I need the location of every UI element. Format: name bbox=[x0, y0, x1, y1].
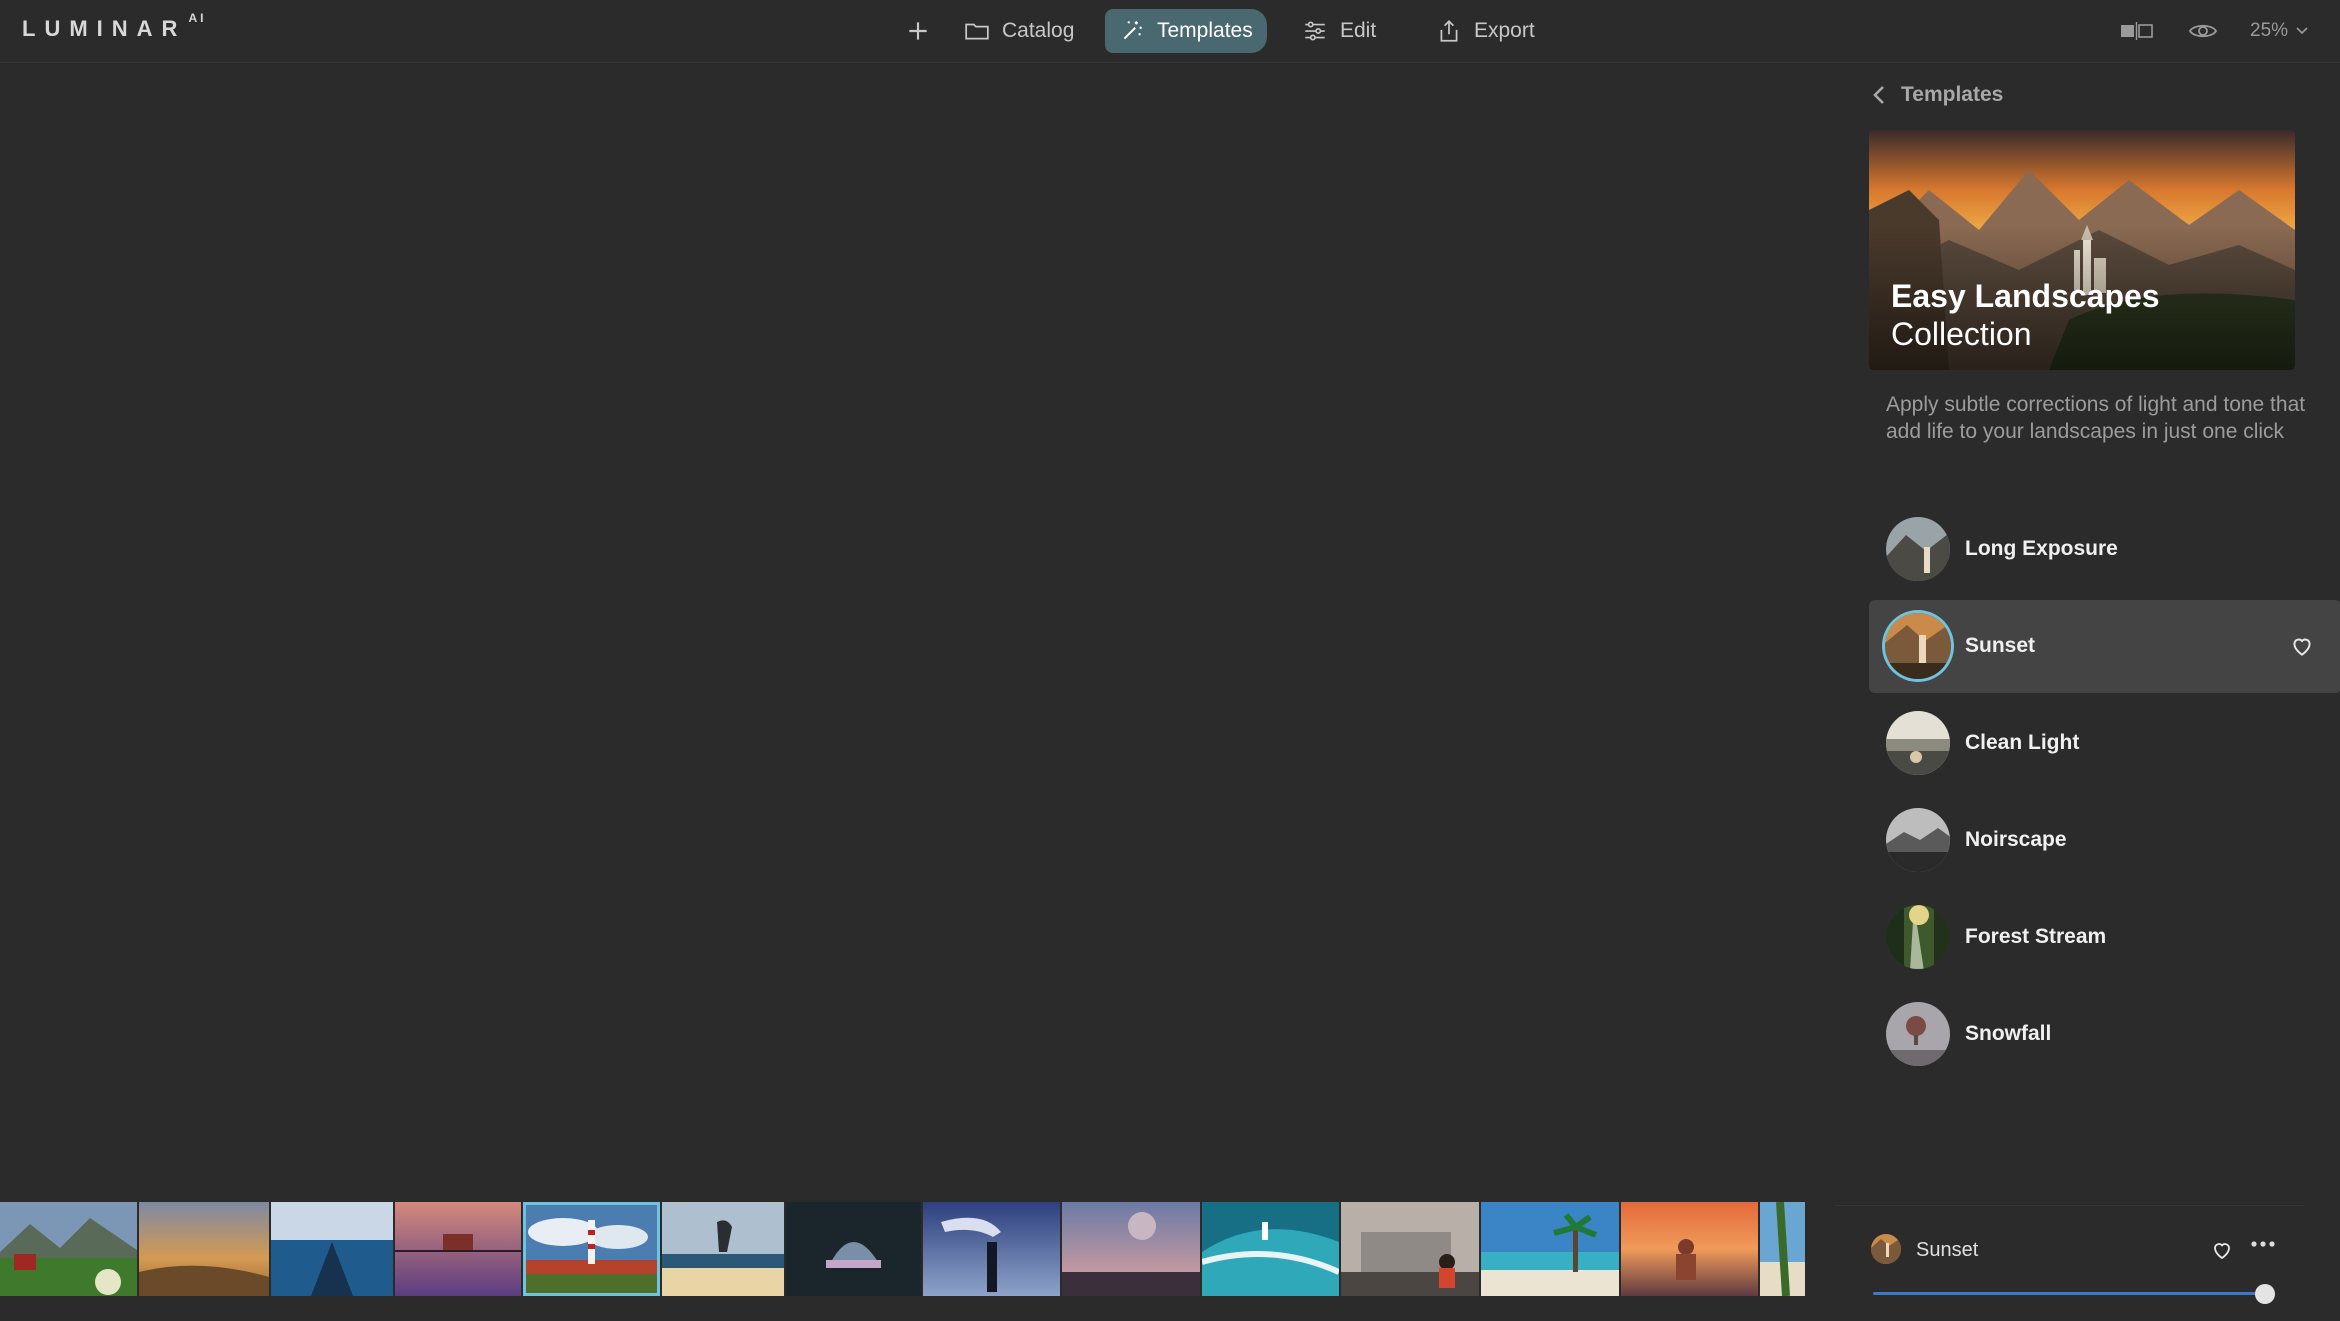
zoom-level: 25% bbox=[2250, 20, 2289, 41]
filmstrip-thumb[interactable] bbox=[1760, 1202, 1805, 1296]
preview-button[interactable] bbox=[2188, 15, 2218, 47]
filmstrip bbox=[0, 1202, 1805, 1296]
template-item-snowfall[interactable]: Snowfall bbox=[1869, 988, 2340, 1081]
filmstrip-thumb[interactable] bbox=[395, 1202, 521, 1296]
collection-title: Easy Landscapes bbox=[1891, 278, 2160, 314]
filmstrip-thumb[interactable] bbox=[1481, 1202, 1619, 1296]
template-name: Forest Stream bbox=[1965, 925, 2107, 948]
nav-templates[interactable]: Templates bbox=[1105, 9, 1267, 53]
logo-text: LUMINAR bbox=[22, 16, 187, 41]
templates-panel: Templates Easy Landscapes Collection App… bbox=[1835, 63, 2340, 1320]
filmstrip-thumb[interactable] bbox=[1062, 1202, 1200, 1296]
image-canvas[interactable] bbox=[0, 63, 1835, 1200]
template-item-forest-stream[interactable]: Forest Stream bbox=[1869, 891, 2340, 984]
nav-export[interactable]: Export bbox=[1424, 9, 1547, 53]
sliders-icon bbox=[1305, 21, 1325, 41]
applied-template-thumb bbox=[1871, 1234, 1901, 1264]
heart-icon[interactable] bbox=[2289, 633, 2315, 659]
add-photos-button[interactable] bbox=[895, 9, 941, 53]
filmstrip-thumb[interactable] bbox=[923, 1202, 1060, 1296]
template-thumb bbox=[1886, 517, 1950, 581]
compare-icon bbox=[2121, 22, 2153, 40]
filmstrip-thumb[interactable] bbox=[139, 1202, 269, 1296]
collection-subtitle: Collection bbox=[1891, 316, 2032, 352]
collection-description: Apply subtle corrections of light and to… bbox=[1886, 393, 2306, 443]
template-name: Sunset bbox=[1965, 634, 2036, 657]
chevron-left-icon bbox=[1873, 86, 1884, 104]
heart-icon[interactable] bbox=[2210, 1238, 2234, 1262]
template-item-sunset[interactable]: Sunset bbox=[1869, 600, 2340, 693]
template-name: Snowfall bbox=[1965, 1022, 2052, 1045]
template-amount-slider[interactable] bbox=[1873, 1284, 2275, 1304]
filmstrip-thumb-selected[interactable] bbox=[523, 1202, 660, 1296]
eye-icon bbox=[2188, 24, 2218, 38]
magic-wand-icon bbox=[1123, 21, 1142, 40]
template-name: Long Exposure bbox=[1965, 537, 2118, 560]
template-thumb bbox=[1885, 613, 1951, 679]
more-options-button[interactable] bbox=[2248, 1230, 2278, 1250]
slider-handle[interactable] bbox=[2255, 1284, 2275, 1304]
compare-button[interactable] bbox=[2120, 15, 2154, 47]
zoom-dropdown[interactable]: 25% bbox=[2250, 15, 2308, 47]
template-thumb bbox=[1886, 711, 1950, 775]
app-logo: LUMINAR AI bbox=[22, 11, 206, 42]
collection-banner: Easy Landscapes Collection bbox=[1869, 130, 2295, 370]
filmstrip-thumb[interactable] bbox=[0, 1202, 137, 1296]
more-icon bbox=[2251, 1241, 2275, 1247]
nav-catalog[interactable]: Catalog bbox=[952, 9, 1086, 53]
template-name: Clean Light bbox=[1965, 731, 2080, 754]
template-item-noirscape[interactable]: Noirscape bbox=[1869, 794, 2340, 887]
template-strength-bar: Sunset bbox=[1835, 1205, 2305, 1321]
nav-export-label: Export bbox=[1474, 19, 1535, 42]
filmstrip-thumb[interactable] bbox=[1202, 1202, 1339, 1296]
chevron-down-icon bbox=[2296, 27, 2308, 35]
filmstrip-thumb[interactable] bbox=[271, 1202, 393, 1296]
folder-icon bbox=[965, 23, 989, 40]
plus-icon bbox=[909, 22, 927, 40]
nav-catalog-label: Catalog bbox=[1002, 19, 1075, 42]
filmstrip-thumb[interactable] bbox=[786, 1202, 921, 1296]
filmstrip-thumb[interactable] bbox=[1341, 1202, 1479, 1296]
template-name: Noirscape bbox=[1965, 828, 2067, 851]
nav-edit-label: Edit bbox=[1340, 19, 1377, 42]
back-label: Templates bbox=[1901, 83, 2004, 106]
filmstrip-thumb[interactable] bbox=[1621, 1202, 1758, 1296]
template-thumb bbox=[1886, 1002, 1950, 1066]
template-thumb bbox=[1886, 808, 1950, 872]
logo-super: AI bbox=[188, 10, 207, 25]
nav-edit[interactable]: Edit bbox=[1290, 9, 1388, 53]
template-item-clean-light[interactable]: Clean Light bbox=[1869, 697, 2340, 790]
slider-fill bbox=[1873, 1292, 2265, 1295]
nav-templates-label: Templates bbox=[1157, 19, 1253, 42]
template-thumb bbox=[1886, 905, 1950, 969]
share-icon bbox=[1440, 20, 1458, 42]
filmstrip-thumb[interactable] bbox=[662, 1202, 784, 1296]
template-item-long-exposure[interactable]: Long Exposure bbox=[1869, 503, 2340, 596]
back-to-templates[interactable]: Templates bbox=[1871, 79, 2003, 111]
top-bar: LUMINARAI Catalog Templates Edit Export bbox=[0, 0, 2340, 63]
applied-template-name: Sunset bbox=[1916, 1239, 1979, 1261]
